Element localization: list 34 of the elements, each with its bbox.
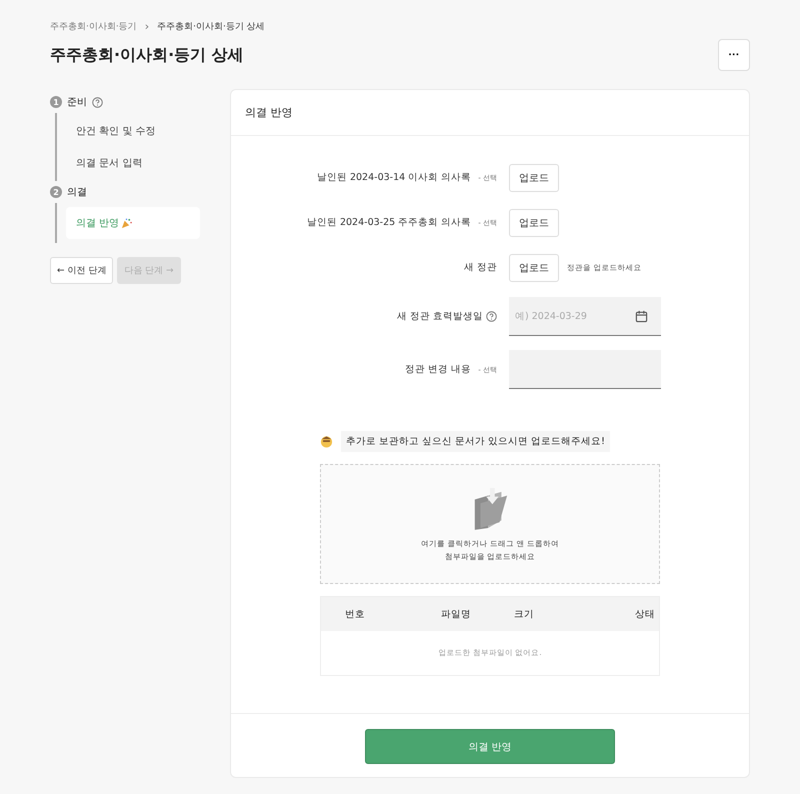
calendar-icon[interactable] (635, 310, 648, 323)
step-item[interactable]: 안건 확인 및 수정 (66, 115, 200, 147)
step-button[interactable]: ← 이전 단계 (50, 257, 114, 284)
column-header: 크기 (514, 608, 535, 620)
card-title: 의결 반영 (245, 106, 292, 119)
breadcrumb-item[interactable]: 주주총회·이사회·등기 (50, 20, 137, 33)
column-header: 파일명 (441, 608, 472, 620)
upload-button[interactable]: 업로드 (509, 254, 559, 282)
step-label: 준비 (67, 96, 87, 109)
field-label: 날인된 2024-03-14 이사회 의사록 (316, 171, 472, 184)
column-header: 상태 (635, 608, 655, 620)
breadcrumb-item: 주주총회·이사회·등기 상세 (157, 21, 265, 33)
more-button[interactable]: ··· (718, 39, 750, 71)
step-item[interactable]: 의결 문서 입력 (66, 147, 200, 179)
step-item[interactable]: 의결 반영 (66, 207, 200, 239)
help-icon[interactable] (486, 311, 497, 322)
party-popper-icon (121, 218, 132, 228)
input-field[interactable] (509, 350, 661, 389)
step-number: 2 (50, 186, 62, 198)
chevron-icon: › (144, 20, 150, 33)
upload-button[interactable]: 업로드 (509, 208, 559, 236)
step-number: 1 (50, 96, 62, 108)
face-icon (320, 435, 333, 448)
notice-text: 추가로 보관하고 싶으신 문서가 있으시면 업로드해주세요! (341, 431, 610, 452)
help-icon[interactable] (92, 96, 103, 108)
upload-button[interactable]: 업로드 (509, 164, 559, 192)
field-label: 새 정관 (464, 261, 497, 274)
field-label: 정관 변경 내용 (405, 363, 472, 376)
field-label: 날인된 2024-03-25 주주총회 의사록 (306, 216, 472, 229)
page-title: 주주총회·이사회·등기 상세 (50, 44, 244, 66)
field-label: 새 정관 효력발생일 (396, 310, 483, 323)
date-field[interactable]: 예) 2024-03-29 (509, 297, 661, 336)
step-label: 의결 (67, 186, 87, 199)
column-header: 번호 (345, 608, 366, 620)
